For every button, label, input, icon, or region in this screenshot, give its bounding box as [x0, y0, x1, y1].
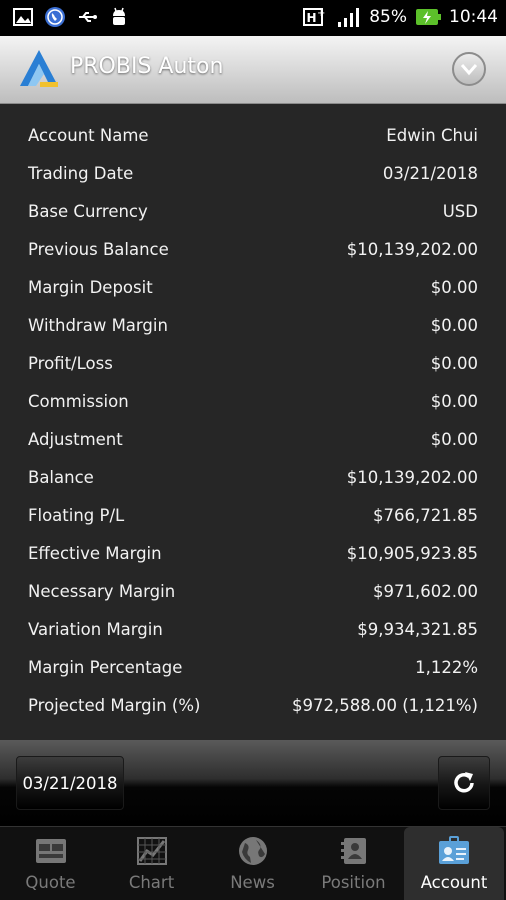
- bottom-toolbar: 03/21/2018: [0, 740, 506, 826]
- tab-label: News: [230, 873, 275, 892]
- account-row: Necessary Margin $971,602.00: [0, 574, 506, 612]
- tab-chart[interactable]: Chart: [101, 827, 202, 900]
- row-label: Base Currency: [28, 202, 148, 221]
- tab-label: Account: [420, 873, 488, 892]
- account-row: Base Currency USD: [0, 194, 506, 232]
- tab-label: Quote: [25, 873, 76, 892]
- signal-icon: [338, 8, 360, 27]
- row-value: $972,588.00 (1,121%): [291, 696, 478, 715]
- probis-logo-icon: [20, 50, 58, 87]
- tab-news[interactable]: News: [202, 827, 303, 900]
- app-header: PROBIS Auton: [0, 36, 506, 104]
- globe-icon: [238, 837, 267, 865]
- account-row: Projected Margin (%) $972,588.00 (1,121%): [0, 688, 506, 726]
- row-value: $971,602.00: [373, 582, 478, 601]
- android-icon: [113, 7, 125, 25]
- battery-charging-icon: [416, 9, 441, 25]
- row-value: $0.00: [430, 392, 478, 411]
- tab-bar: Quote Chart News Position Account: [0, 826, 506, 900]
- tab-account[interactable]: Account: [404, 827, 504, 900]
- chart-icon: [136, 837, 167, 865]
- account-row: Margin Deposit $0.00: [0, 270, 506, 308]
- row-label: Profit/Loss: [28, 354, 113, 373]
- phone-call-icon: [45, 7, 65, 27]
- row-value: $0.00: [430, 278, 478, 297]
- row-value: $0.00: [430, 354, 478, 373]
- tab-quote[interactable]: Quote: [0, 827, 101, 900]
- row-value: $9,934,321.85: [357, 620, 478, 639]
- row-label: Adjustment: [28, 430, 123, 449]
- clock: 10:44: [449, 7, 498, 27]
- quote-icon: [35, 839, 66, 863]
- tab-label: Position: [321, 873, 386, 892]
- row-value: $0.00: [430, 316, 478, 335]
- account-icon: [439, 836, 469, 864]
- svg-text:+: +: [317, 8, 325, 19]
- row-label: Projected Margin (%): [28, 696, 201, 715]
- network-h-plus-icon: H +: [303, 8, 326, 26]
- account-row: Effective Margin $10,905,923.85: [0, 536, 506, 574]
- row-value: $766,721.85: [373, 506, 478, 525]
- row-label: Effective Margin: [28, 544, 162, 563]
- app-title: PROBIS Auton: [70, 54, 224, 79]
- row-label: Withdraw Margin: [28, 316, 168, 335]
- row-label: Margin Deposit: [28, 278, 153, 297]
- row-value: $0.00: [430, 430, 478, 449]
- row-value: $10,139,202.00: [346, 240, 478, 259]
- row-value: USD: [442, 202, 478, 221]
- row-label: Variation Margin: [28, 620, 163, 639]
- account-row: Adjustment $0.00: [0, 422, 506, 460]
- account-row: Withdraw Margin $0.00: [0, 308, 506, 346]
- row-label: Trading Date: [28, 164, 134, 183]
- row-label: Commission: [28, 392, 129, 411]
- row-label: Necessary Margin: [28, 582, 176, 601]
- row-label: Floating P/L: [28, 506, 125, 525]
- account-row: Floating P/L $766,721.85: [0, 498, 506, 536]
- account-row: Balance $10,139,202.00: [0, 460, 506, 498]
- row-value: 03/21/2018: [382, 164, 478, 183]
- row-label: Margin Percentage: [28, 658, 183, 677]
- row-value: $10,139,202.00: [346, 468, 478, 487]
- account-summary: Account Name Edwin Chui Trading Date 03/21/…: [0, 104, 506, 740]
- account-row: Profit/Loss $0.00: [0, 346, 506, 384]
- image-icon: [13, 8, 33, 26]
- account-row: Variation Margin $9,934,321.85: [0, 612, 506, 650]
- account-row: Trading Date 03/21/2018: [0, 156, 506, 194]
- row-value: Edwin Chui: [386, 126, 478, 145]
- row-label: Account Name: [28, 126, 149, 145]
- account-row: Margin Percentage 1,122%: [0, 650, 506, 688]
- row-value: $10,905,923.85: [346, 544, 478, 563]
- dropdown-menu-button[interactable]: [452, 52, 486, 86]
- battery-percent: 85%: [369, 7, 407, 27]
- svg-text:H: H: [307, 11, 317, 25]
- account-row: Previous Balance $10,139,202.00: [0, 232, 506, 270]
- status-bar: H + 85% 10:44: [0, 0, 506, 36]
- account-row: Account Name Edwin Chui: [0, 118, 506, 156]
- tab-label: Chart: [128, 873, 175, 892]
- dropdown-circle-icon: [460, 64, 478, 76]
- trading-date-button[interactable]: 03/21/2018: [16, 756, 124, 810]
- usb-icon: [79, 12, 97, 22]
- refresh-button[interactable]: [438, 756, 490, 810]
- row-label: Previous Balance: [28, 240, 169, 259]
- position-icon: [340, 838, 366, 864]
- account-row: Commission $0.00: [0, 384, 506, 422]
- row-label: Balance: [28, 468, 94, 487]
- refresh-icon: [454, 772, 474, 793]
- tab-position[interactable]: Position: [303, 827, 404, 900]
- row-value: 1,122%: [415, 658, 478, 677]
